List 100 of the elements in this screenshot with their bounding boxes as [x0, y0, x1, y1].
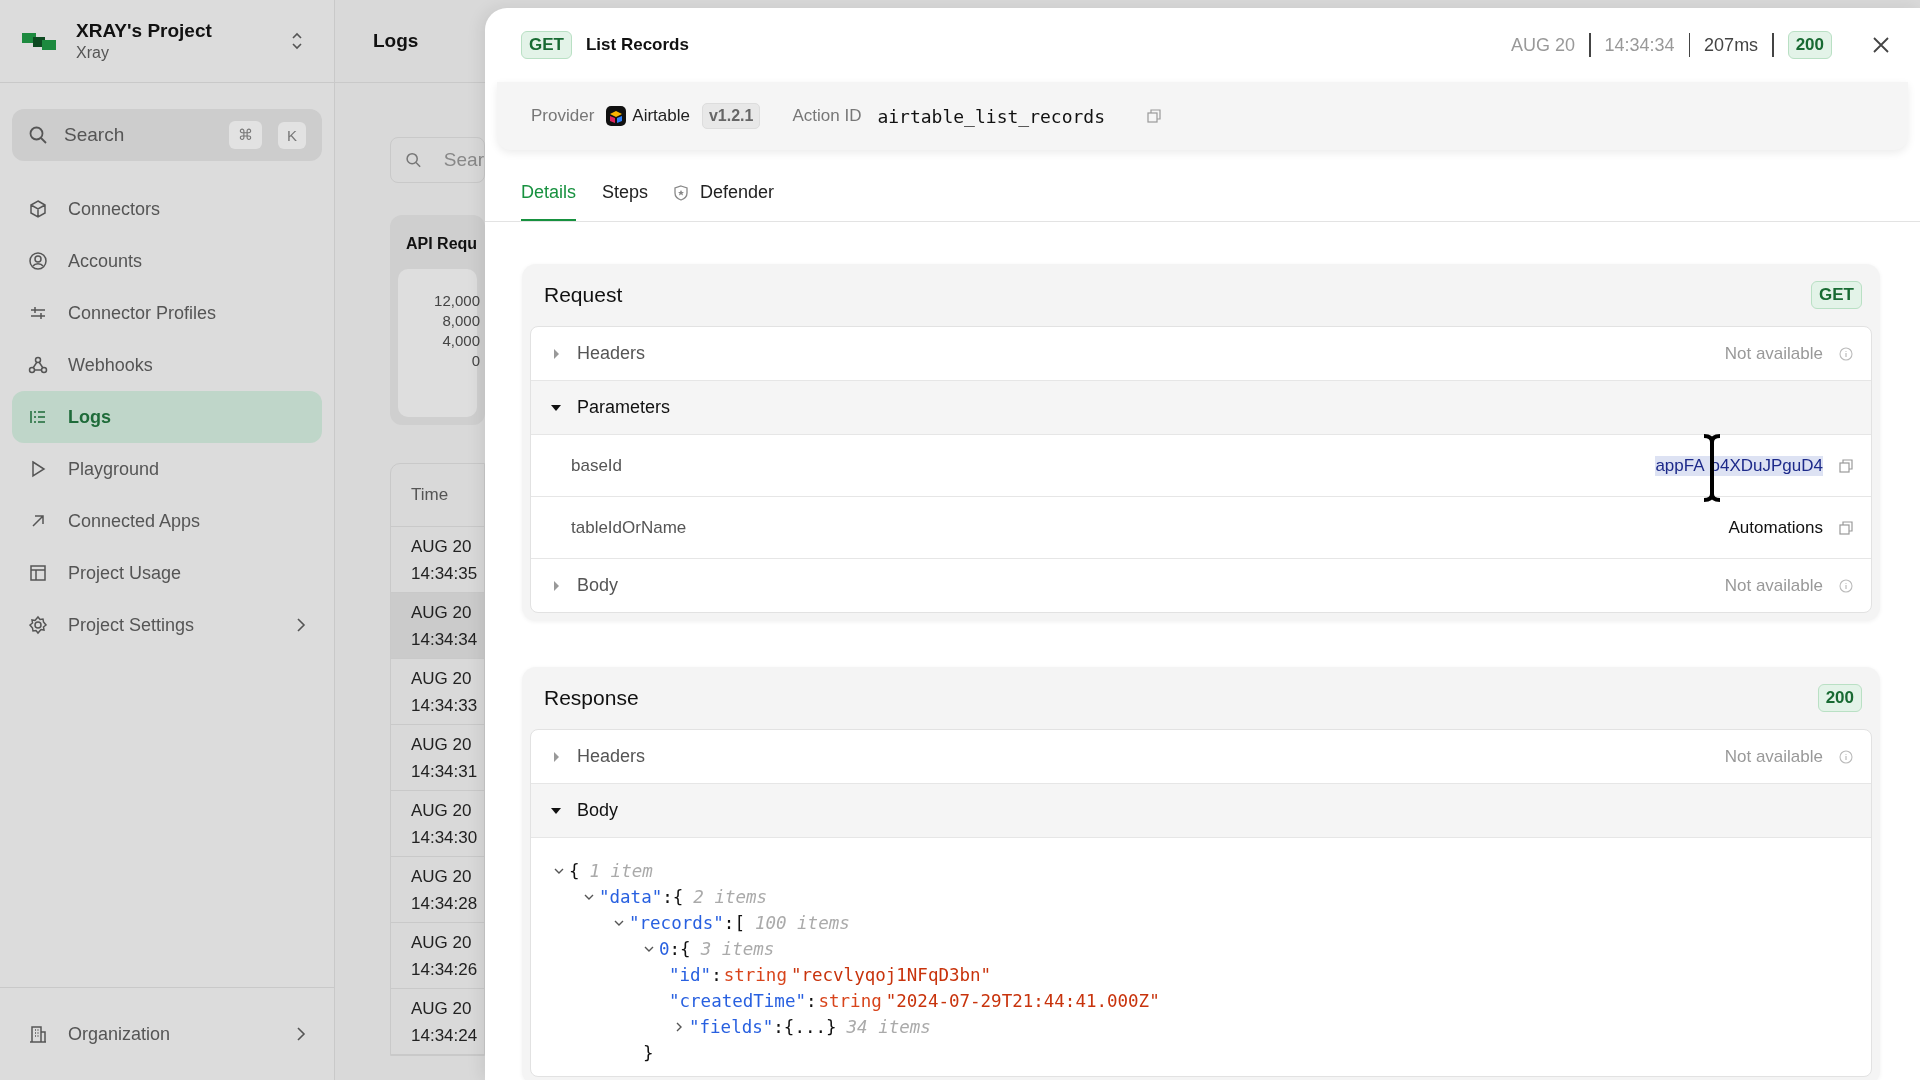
- json-colon: :: [723, 913, 735, 933]
- method-badge: GET: [521, 31, 572, 59]
- logo-icon: [22, 30, 56, 52]
- status-note: Not available: [1724, 575, 1823, 596]
- table-row[interactable]: AUG 20 14:34:30: [391, 791, 484, 857]
- axis-tick-label: 8,000: [441, 311, 480, 331]
- layout-icon: [28, 563, 48, 583]
- table-cell-text: 14:34:28: [411, 892, 478, 915]
- accordion-row[interactable]: Parameters: [531, 381, 1871, 435]
- table-cell-text: AUG 20: [411, 997, 472, 1020]
- item-count: 2 items: [693, 887, 768, 907]
- table-cell-text: AUG 20: [411, 535, 472, 558]
- json-key: "fields": [689, 1017, 774, 1037]
- json-type: string: [723, 965, 787, 985]
- accordion-label: Body: [577, 800, 619, 821]
- webhook-icon: [28, 355, 48, 375]
- table-cell-text: AUG 20: [411, 865, 472, 888]
- nav-item[interactable]: Project Settings: [12, 599, 322, 651]
- parameter-name: baseId: [571, 455, 623, 476]
- axis-tick-label: 0: [470, 351, 480, 371]
- json-colon: :: [805, 991, 817, 1011]
- info-icon: [1839, 346, 1853, 361]
- building-icon: [28, 1024, 48, 1044]
- table-cell-text: 14:34:35: [411, 562, 478, 585]
- json-bracket: {: [680, 939, 691, 959]
- table-cell-text: 14:34:34: [411, 628, 478, 651]
- provider-logo-icon: [606, 106, 627, 126]
- section-badge: GET: [1811, 281, 1862, 309]
- provider-name: Airtable: [632, 106, 690, 126]
- nav-item[interactable]: Connector Profiles: [12, 287, 322, 339]
- json-colon: :: [662, 887, 673, 907]
- section-badge: 200: [1817, 684, 1862, 712]
- table-cell-text: AUG 20: [411, 931, 472, 954]
- status-badge: 200: [1787, 31, 1832, 59]
- action-id-label: Action ID: [792, 106, 862, 126]
- close-icon[interactable]: [1872, 36, 1890, 54]
- table-cell-text: 14:34:31: [411, 760, 478, 783]
- item-count: 3 items: [700, 939, 775, 959]
- accordion-label: Headers: [577, 343, 646, 364]
- column-header[interactable]: Time: [391, 464, 484, 527]
- json-bracket: {: [672, 887, 684, 907]
- table-row[interactable]: AUG 20 14:34:31: [391, 725, 484, 791]
- json-key: "records": [629, 913, 724, 933]
- section-title: Response: [544, 686, 639, 710]
- nav-item[interactable]: Organization: [12, 1008, 322, 1060]
- table-row[interactable]: AUG 20 14:34:26: [391, 923, 484, 989]
- project-subtitle: Xray: [76, 44, 110, 62]
- json-key: "createdTime": [669, 991, 806, 1011]
- accordion-row[interactable]: Body: [531, 784, 1871, 838]
- section-title: Request: [544, 283, 623, 307]
- table-row[interactable]: AUG 20 14:34:33: [391, 659, 484, 725]
- tab[interactable]: Details: [521, 182, 577, 221]
- status-note: Not available: [1724, 746, 1823, 767]
- json-bracket: {...}: [783, 1017, 837, 1037]
- json-type: string: [818, 991, 882, 1011]
- json-bracket: {: [569, 861, 580, 881]
- date-text: AUG 20: [1511, 34, 1575, 56]
- accordion-label: Body: [577, 575, 619, 596]
- shortcut-key: ⌘: [229, 121, 262, 149]
- project-name: XRAY's Project: [76, 20, 213, 42]
- table-row[interactable]: AUG 20 14:34:24: [391, 989, 484, 1055]
- duration-text: 207ms: [1704, 34, 1759, 56]
- nav-item[interactable]: Accounts: [12, 235, 322, 287]
- search-field[interactable]: Search ⌘ K: [12, 109, 322, 161]
- json-key: "id": [669, 965, 712, 985]
- axis-tick-label: 12,000: [433, 291, 480, 311]
- axis-tick-label: 4,000: [441, 331, 480, 351]
- gear-icon: [28, 615, 48, 635]
- info-icon: [1839, 749, 1853, 764]
- search-placeholder: Search: [64, 124, 126, 146]
- json-key: 0: [659, 939, 670, 959]
- json-value: "recvlyqoj1NFqD3bn": [790, 965, 992, 985]
- action-id: airtable_list_records: [877, 105, 1105, 127]
- nav-item[interactable]: Connected Apps: [12, 495, 322, 547]
- table-cell-text: 14:34:30: [411, 826, 478, 849]
- nav-item[interactable]: Playground: [12, 443, 322, 495]
- table-cell-text: AUG 20: [411, 667, 472, 690]
- nav-item[interactable]: Logs: [12, 391, 322, 443]
- tab[interactable]: Defender: [674, 182, 775, 221]
- table-row[interactable]: AUG 20 14:34:28: [391, 857, 484, 923]
- nav-item[interactable]: Project Usage: [12, 547, 322, 599]
- info-icon: [1839, 578, 1853, 593]
- json-bracket: [: [734, 913, 745, 933]
- nav-item[interactable]: Connectors: [12, 183, 322, 235]
- card-title: API Requ: [405, 235, 477, 253]
- status-note: Not available: [1724, 343, 1823, 364]
- parameter-value: Automations: [1728, 517, 1823, 538]
- provider-label: Provider: [531, 106, 595, 126]
- json-colon: :: [669, 939, 681, 959]
- tab[interactable]: Steps: [602, 182, 649, 221]
- table-row[interactable]: AUG 20 14:34:34: [391, 593, 484, 659]
- chevron-updown-icon[interactable]: [290, 30, 304, 52]
- accordion-row[interactable]: Body Not available: [531, 559, 1871, 612]
- person-circle-icon: [28, 251, 48, 271]
- item-count: 34 items: [846, 1017, 931, 1037]
- nav-item[interactable]: Webhooks: [12, 339, 322, 391]
- version-badge: v1.2.1: [701, 103, 761, 129]
- cube-icon: [28, 199, 48, 219]
- search-icon: [28, 125, 48, 145]
- table-cell-text: AUG 20: [411, 601, 472, 624]
